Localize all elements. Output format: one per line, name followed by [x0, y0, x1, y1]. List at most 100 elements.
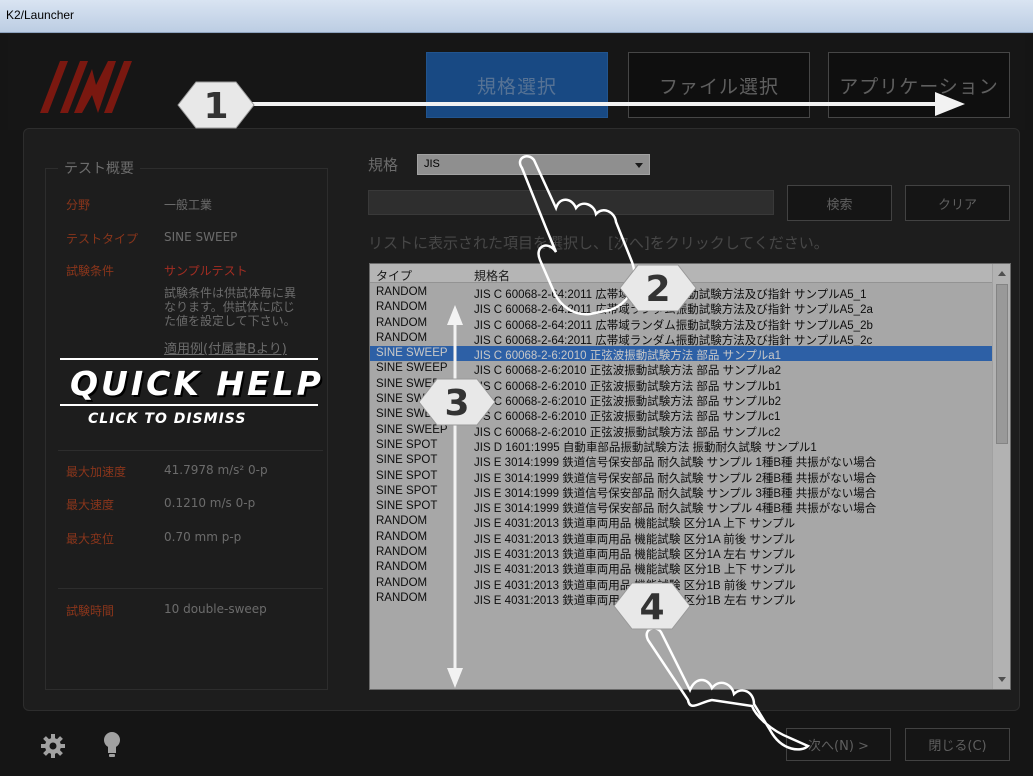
list-item-type: SINE SWEEP	[376, 393, 448, 406]
list-item-type: SINE SWEEP	[376, 408, 448, 421]
summary-divider	[58, 588, 323, 589]
list-item-type: RANDOM	[376, 576, 428, 589]
list-item-name: JIS E 4031:2013 鉄道車両用品 機能試験 区分1B 左右 サンプル	[474, 594, 796, 607]
list-item[interactable]: SINE SWEEP JIS C 60068-2-6:2010 正弦波振動試験方法…	[370, 346, 993, 362]
list-item[interactable]: SINE SWEEP JIS C 60068-2-6:2010 正弦波振動試験方法…	[370, 361, 993, 377]
list-item-type: RANDOM	[376, 316, 428, 329]
list-header: タイプ 規格名	[370, 264, 993, 283]
list-item[interactable]: SINE SPOT JIS E 3014:1999 鉄道信号保安部品 耐久試験 サ…	[370, 484, 993, 500]
list-item[interactable]: RANDOM JIS C 60068-2-64:2011 広帯域ランダム振動試験方…	[370, 331, 993, 347]
list-item[interactable]: SINE SPOT JIS E 3014:1999 鉄道信号保安部品 耐久試験 サ…	[370, 453, 993, 469]
tab-application[interactable]: アプリケーション	[828, 52, 1010, 118]
application-example-link[interactable]: 適用例(付属書Bより)	[164, 338, 287, 357]
test-summary-title: テスト概要	[58, 158, 140, 178]
list-item[interactable]: SINE SWEEP JIS C 60068-2-6:2010 正弦波振動試験方法…	[370, 407, 993, 423]
next-button[interactable]: 次へ(N) >	[786, 728, 891, 761]
list-item-type: RANDOM	[376, 286, 428, 298]
list-item-type: SINE SPOT	[376, 438, 438, 451]
list-item-type: RANDOM	[376, 530, 428, 543]
list-item[interactable]: RANDOM JIS C 60068-2-64:2011 広帯域ランダム振動試験方…	[370, 300, 993, 316]
close-button[interactable]: 閉じる(C)	[905, 728, 1010, 761]
test-condition-description: 試験条件は供試体毎に異なります。供試体に応じた値を設定して下さい。	[164, 286, 297, 328]
list-item[interactable]: RANDOM JIS E 4031:2013 鉄道車両用品 機能試験 区分1B 上…	[370, 560, 993, 576]
list-item-type: SINE SPOT	[376, 500, 438, 513]
quick-help-rule-bottom	[60, 404, 318, 406]
quick-help-title: QUICK HELP	[70, 364, 324, 403]
chevron-down-icon	[635, 163, 643, 168]
test-condition-value: サンプルテスト	[164, 264, 248, 278]
tab-file-select[interactable]: ファイル選択	[628, 52, 810, 118]
gear-icon[interactable]	[40, 733, 66, 759]
standard-selected-value: JIS	[424, 158, 440, 170]
max-displacement-label: 最大変位	[66, 532, 115, 546]
standard-dropdown[interactable]: JIS	[417, 154, 650, 175]
quick-help-rule-top	[60, 358, 318, 360]
summary-vel-row: 最大速度	[66, 496, 114, 513]
list-item[interactable]: RANDOM JIS E 4031:2013 鉄道車両用品 機能試験 区分1B 前…	[370, 576, 993, 592]
list-item[interactable]: RANDOM JIS C 60068-2-64:2011 広帯域ランダム振動試験方…	[370, 316, 993, 332]
list-item[interactable]: SINE SPOT JIS E 3014:1999 鉄道信号保安部品 耐久試験 サ…	[370, 469, 993, 485]
column-header-name[interactable]: 規格名	[474, 267, 510, 284]
max-acceleration-value: 41.7978 m/s² 0-p	[164, 463, 268, 477]
scroll-down-icon[interactable]	[998, 677, 1006, 682]
scroll-up-icon[interactable]	[998, 271, 1006, 276]
list-item-type: SINE SPOT	[376, 469, 438, 482]
list-item[interactable]: RANDOM JIS E 4031:2013 鉄道車両用品 機能試験 区分1B 左…	[370, 591, 993, 607]
brand-logo	[40, 61, 132, 113]
field-value: 一般工業	[164, 198, 213, 212]
list-item-type: RANDOM	[376, 546, 428, 559]
test-time-label: 試験時間	[66, 604, 115, 618]
search-button[interactable]: 検索	[787, 185, 892, 221]
list-item-type: RANDOM	[376, 331, 428, 344]
title-bar: K2/Launcher	[0, 0, 1033, 33]
list-item[interactable]: SINE SWEEP JIS C 60068-2-6:2010 正弦波振動試験方法…	[370, 392, 993, 408]
max-acceleration-label: 最大加速度	[66, 465, 127, 479]
list-item-type: RANDOM	[376, 301, 428, 314]
list-item[interactable]: SINE SWEEP JIS C 60068-2-6:2010 正弦波振動試験方法…	[370, 423, 993, 439]
list-item-type: RANDOM	[376, 591, 428, 604]
search-input[interactable]	[368, 190, 774, 215]
field-label: 分野	[66, 198, 91, 212]
max-displacement-value: 0.70 mm p-p	[164, 530, 242, 544]
summary-accel-row: 最大加速度	[66, 463, 126, 480]
max-velocity-value: 0.1210 m/s 0-p	[164, 496, 256, 510]
vertical-scrollbar[interactable]	[992, 264, 1010, 689]
window-title: K2/Launcher	[6, 8, 75, 22]
test-type-label: テストタイプ	[66, 232, 139, 246]
quick-help-banner[interactable]: QUICK HELP CLICK TO DISMISS	[60, 358, 330, 428]
summary-disp-row: 最大変位	[66, 530, 114, 547]
list-item[interactable]: RANDOM JIS E 4031:2013 鉄道車両用品 機能試験 区分1A 上…	[370, 514, 993, 530]
list-item[interactable]: RANDOM JIS E 4031:2013 鉄道車両用品 機能試験 区分1A 左…	[370, 545, 993, 561]
list-item-type: SINE SWEEP	[376, 347, 448, 360]
list-item[interactable]: SINE SWEEP JIS C 60068-2-6:2010 正弦波振動試験方法…	[370, 377, 993, 393]
list-item-type: SINE SPOT	[376, 484, 438, 497]
summary-field-row: 分野	[66, 196, 90, 213]
list-item-type: SINE SWEEP	[376, 423, 448, 436]
list-item-type: SINE SPOT	[376, 454, 438, 467]
test-condition-label: 試験条件	[66, 264, 115, 278]
scrollbar-thumb[interactable]	[996, 284, 1008, 444]
quick-help-dismiss-hint: CLICK TO DISMISS	[88, 411, 247, 427]
list-item-type: RANDOM	[376, 515, 428, 528]
list-rows: RANDOM JIS C 60068-2-64:2011 広帯域ランダム振動試験方…	[370, 285, 993, 607]
summary-divider	[58, 450, 323, 451]
column-header-type[interactable]: タイプ	[376, 267, 412, 284]
max-velocity-label: 最大速度	[66, 498, 115, 512]
list-item[interactable]: RANDOM JIS C 60068-2-64:2011 広帯域ランダム振動試験方…	[370, 285, 993, 301]
summary-time-row: 試験時間	[66, 602, 114, 619]
list-item-type: RANDOM	[376, 561, 428, 574]
tab-standard-select[interactable]: 規格選択	[426, 52, 608, 118]
clear-button[interactable]: クリア	[905, 185, 1010, 221]
list-item-type: SINE SWEEP	[376, 362, 448, 375]
lightbulb-icon[interactable]	[100, 730, 124, 760]
test-time-value: 10 double-sweep	[164, 602, 267, 616]
k2-launcher-window: K2/Launcher 規格選択 ファイル選択 アプリケーション テスト概要 分…	[0, 0, 1033, 776]
summary-type-row: テストタイプ	[66, 230, 138, 247]
list-item[interactable]: SINE SPOT JIS D 1601:1995 自動車部品振動試験方法 振動耐…	[370, 438, 993, 454]
standards-list[interactable]: タイプ 規格名 RANDOM JIS C 60068-2-64:2011 広帯域ラ…	[369, 263, 1011, 690]
standard-label: 規格	[368, 156, 399, 174]
list-item-type: SINE SWEEP	[376, 377, 448, 390]
instruction-text: リストに表示された項目を選択し、[次へ]をクリックしてください。	[368, 234, 829, 252]
list-item[interactable]: SINE SPOT JIS E 3014:1999 鉄道信号保安部品 耐久試験 サ…	[370, 499, 993, 515]
list-item[interactable]: RANDOM JIS E 4031:2013 鉄道車両用品 機能試験 区分1A 前…	[370, 530, 993, 546]
